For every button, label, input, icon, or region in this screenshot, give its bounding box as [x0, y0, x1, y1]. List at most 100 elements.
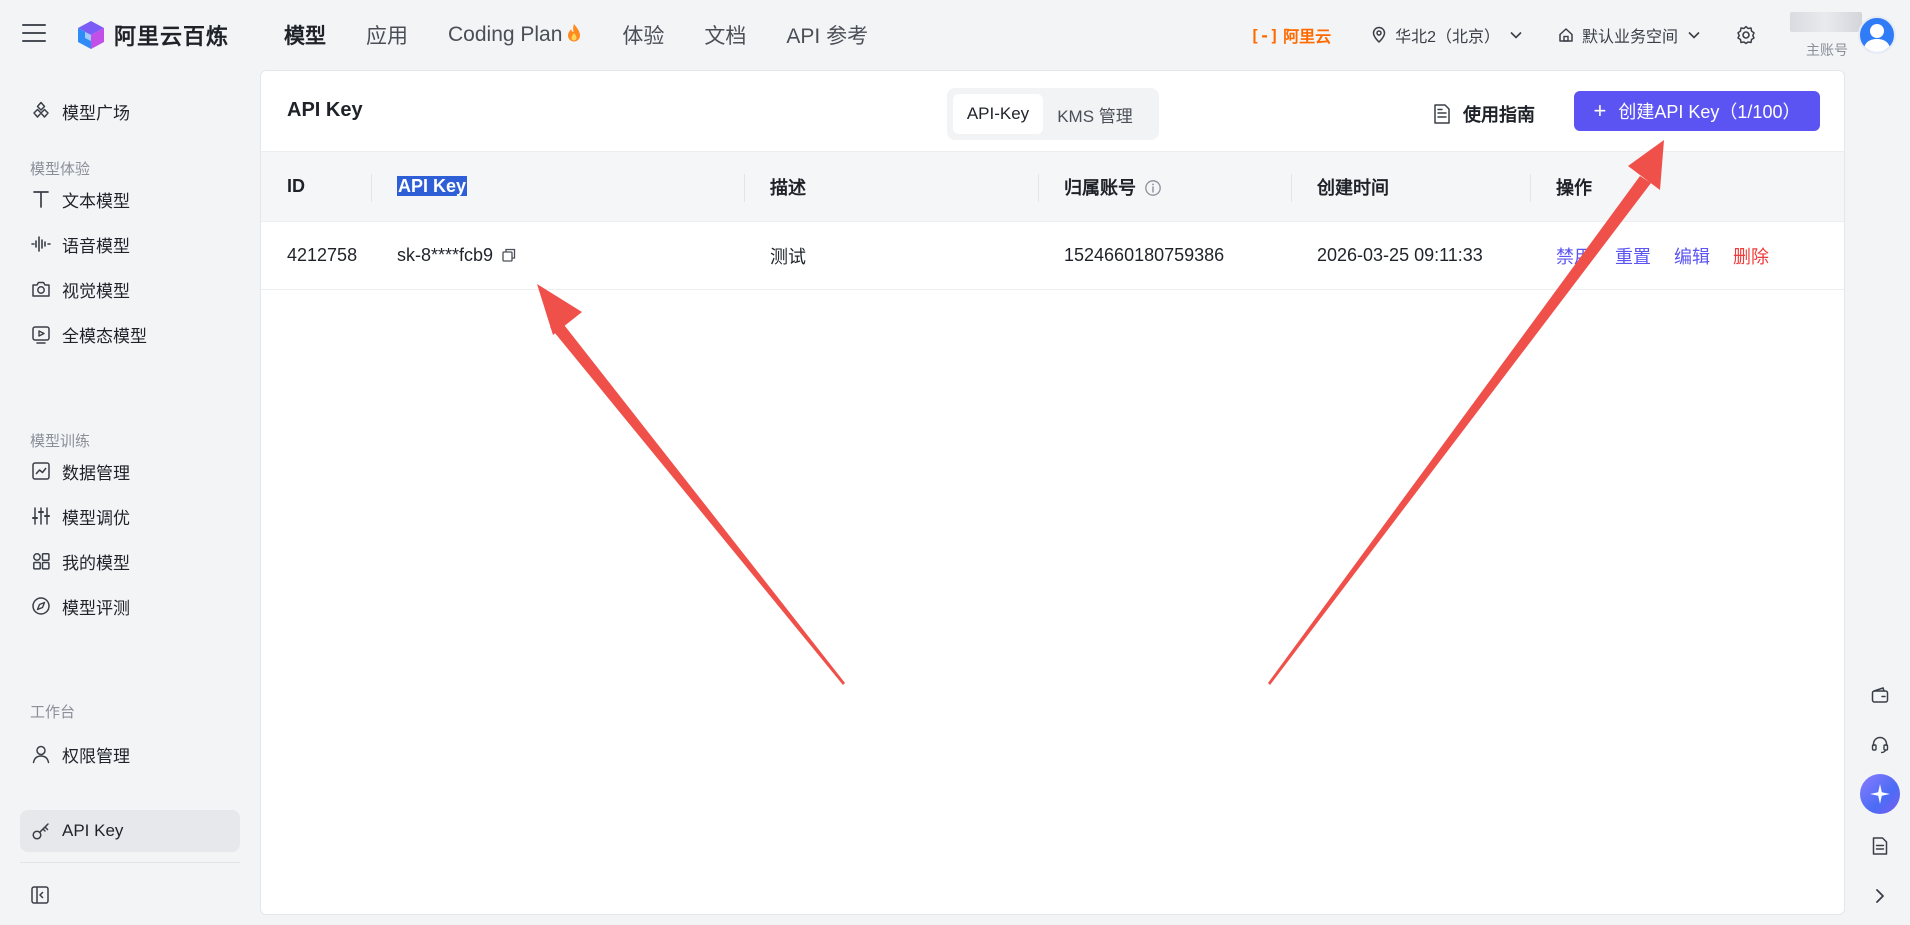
table-header-row: ID API Key 描述 归属账号 创建时间 操作 [261, 151, 1844, 222]
sidebar-group-workbench: 工作台 [30, 704, 76, 721]
column-header-label: API Key [397, 176, 468, 196]
tab-kms[interactable]: KMS 管理 [1043, 94, 1147, 134]
cell-id: 4212758 [261, 221, 371, 290]
sidebar-item-my-models[interactable]: 我的模型 [20, 540, 240, 582]
sidebar: 模型广场 模型体验 文本模型 语音模型 视觉模型 全模态模型 模型训练 数据管理… [0, 70, 258, 925]
sidebar-item-omni-model[interactable]: 全模态模型 [20, 313, 240, 355]
key-icon [32, 823, 49, 840]
column-header-account: 归属账号 [1038, 151, 1291, 222]
compass-icon [32, 597, 50, 615]
usage-guide-link[interactable]: 使用指南 [1433, 101, 1535, 127]
region-selector[interactable]: 华北2（北京） [1371, 23, 1530, 47]
sidebar-item-api-key[interactable]: API Key [20, 810, 240, 852]
cell-account: 1524660180759386 [1038, 221, 1291, 290]
play-box-icon [32, 326, 50, 344]
reset-link[interactable]: 重置 [1615, 247, 1651, 267]
column-separator [1038, 174, 1039, 202]
column-header-actions: 操作 [1530, 151, 1844, 222]
nav-models[interactable]: 模型 [284, 20, 326, 50]
camera-icon [32, 281, 50, 297]
table-row: 4212758 sk-8****fcb9 测试 1524660180759386… [261, 221, 1844, 290]
sidebar-item-label: 数据管理 [62, 463, 130, 483]
column-header-description: 描述 [744, 151, 1038, 222]
headset-icon [1871, 736, 1889, 754]
sidebar-item-vision-model[interactable]: 视觉模型 [20, 268, 240, 310]
cube-icon [33, 101, 49, 118]
chevron-down-icon [1510, 31, 1522, 39]
api-key-table: ID API Key 描述 归属账号 创建时间 操作 4212758 sk-8*… [261, 151, 1844, 290]
workspace-selector[interactable]: 默认业务空间 [1558, 23, 1708, 47]
nav-coding-plan[interactable]: Coding Plan [448, 23, 582, 47]
sidebar-item-label: 模型调优 [62, 508, 130, 528]
document-button[interactable] [1862, 828, 1898, 864]
sidebar-item-model-square[interactable]: 模型广场 [20, 90, 240, 132]
document-icon [1434, 104, 1450, 124]
grid-icon [33, 553, 50, 570]
cart-button[interactable] [1862, 677, 1898, 713]
sidebar-item-permission[interactable]: 权限管理 [20, 733, 240, 775]
sidebar-item-label: 模型评测 [62, 598, 130, 618]
column-separator [1291, 174, 1292, 202]
flame-icon [568, 24, 581, 42]
aliyun-link[interactable]: [-] 阿里云 [1250, 23, 1331, 47]
user-icon [32, 745, 50, 764]
sidebar-item-label: 权限管理 [62, 746, 130, 766]
column-separator [371, 174, 372, 202]
disable-link[interactable]: 禁用 [1556, 247, 1592, 267]
user-avatar-icon [1863, 24, 1891, 52]
column-header-label: 创建时间 [1317, 177, 1389, 198]
top-nav: 模型 应用 Coding Plan 体验 文档 API 参考 [284, 0, 908, 70]
cell-created: 2026-03-25 09:11:33 [1291, 221, 1530, 290]
menu-icon[interactable] [22, 24, 46, 44]
sidebar-item-data-management[interactable]: 数据管理 [20, 450, 240, 492]
sidebar-item-model-evaluation[interactable]: 模型评测 [20, 585, 240, 627]
create-api-key-label: 创建API Key（1/100） [1618, 102, 1801, 122]
delete-link[interactable]: 删除 [1733, 247, 1769, 267]
sliders-icon [32, 507, 50, 525]
gear-icon[interactable] [1736, 25, 1756, 45]
tab-switcher: API-Key KMS 管理 [947, 88, 1159, 140]
account-name-redacted [1790, 12, 1862, 32]
edit-link[interactable]: 编辑 [1674, 247, 1710, 267]
avatar[interactable] [1858, 16, 1896, 54]
sidebar-item-model-tuning[interactable]: 模型调优 [20, 495, 240, 537]
chart-line-icon [32, 462, 50, 480]
sidebar-item-voice-model[interactable]: 语音模型 [20, 223, 240, 265]
sidebar-item-text-model[interactable]: 文本模型 [20, 178, 240, 220]
sidebar-item-label: 语音模型 [62, 236, 130, 256]
top-bar: 阿里云百炼 模型 应用 Coding Plan 体验 文档 API 参考 [-]… [0, 0, 1910, 70]
create-api-key-button[interactable]: + 创建API Key（1/100） [1574, 91, 1820, 131]
column-header-label: 描述 [770, 177, 806, 198]
sidebar-item-label: 视觉模型 [62, 281, 130, 301]
sidebar-group-training: 模型训练 [30, 433, 91, 450]
region-label: 华北2（北京） [1395, 29, 1500, 46]
brand-logo[interactable]: 阿里云百炼 [76, 19, 229, 51]
workspace-label: 默认业务空间 [1581, 29, 1678, 46]
support-button[interactable] [1862, 726, 1898, 762]
document-icon [1872, 837, 1888, 855]
sidebar-item-label: 文本模型 [62, 191, 130, 211]
wallet-icon [1871, 687, 1889, 703]
tab-api-key[interactable]: API-Key [953, 94, 1043, 134]
usage-guide-label: 使用指南 [1463, 105, 1535, 125]
nav-coding-plan-label: Coding Plan [448, 23, 563, 46]
aliyun-logo-icon: [-] [1250, 25, 1280, 45]
nav-docs[interactable]: 文档 [704, 20, 746, 50]
chevron-right-icon [1876, 889, 1884, 903]
nav-api-reference[interactable]: API 参考 [786, 20, 868, 50]
account-menu[interactable]: 主账号 [1790, 0, 1910, 70]
nav-apps[interactable]: 应用 [366, 20, 408, 50]
sidebar-item-label: 模型广场 [62, 103, 130, 123]
column-header-api-key: API Key [371, 151, 744, 222]
column-separator [1530, 174, 1531, 202]
home-icon [1559, 28, 1573, 42]
sidebar-item-label: 我的模型 [62, 553, 130, 573]
info-icon[interactable] [1144, 179, 1162, 197]
copy-icon[interactable] [501, 247, 517, 263]
nav-experience[interactable]: 体验 [622, 20, 664, 50]
account-type-label: 主账号 [1806, 42, 1848, 58]
top-right-tools: [-] 阿里云 华北2（北京） 默认业务空间 主账号 [1250, 0, 1910, 70]
sidebar-collapse-icon[interactable] [30, 885, 50, 905]
expand-rail-button[interactable] [1862, 878, 1898, 914]
ai-assistant-button[interactable] [1860, 774, 1900, 814]
